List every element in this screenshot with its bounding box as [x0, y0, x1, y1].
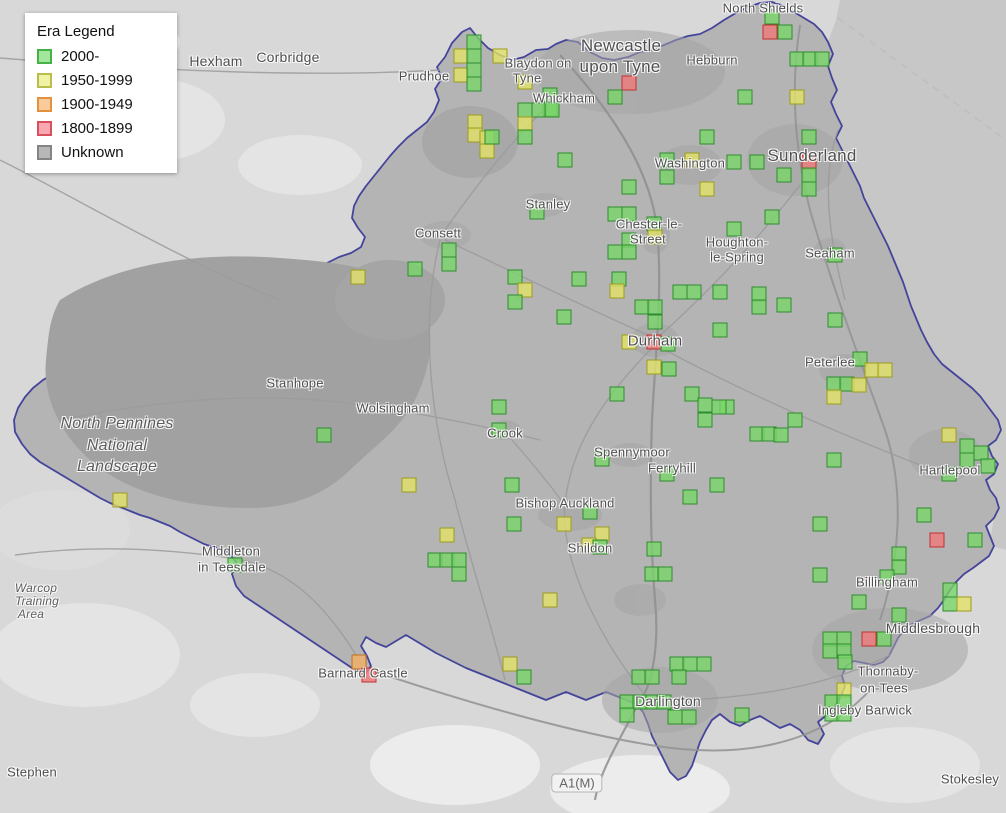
legend-item-label: 1900-1949 [61, 96, 133, 113]
legend-swatch-icon [37, 73, 52, 88]
place-label: Seaham [805, 245, 855, 261]
place-label: Peterlee [804, 354, 856, 370]
legend-swatch-icon [37, 145, 52, 160]
place-label: North Pennines [60, 415, 174, 432]
legend-item-unknown: Unknown [37, 144, 165, 161]
legend-item-2000-: 2000- [37, 48, 165, 65]
place-label: Hartlepool [919, 462, 981, 478]
place-label: Wolsingham [356, 400, 430, 416]
place-label: Hebburn [686, 52, 738, 68]
place-label: Chester-le- [615, 216, 683, 232]
place-label: Area [17, 607, 45, 621]
place-label: Stanley [525, 196, 571, 212]
place-label: on-Tees [860, 680, 908, 696]
place-label: upon Tyne [579, 57, 661, 76]
place-label: Tyne [512, 70, 542, 86]
place-label: Street [630, 231, 666, 247]
place-label: Warcop [14, 581, 58, 595]
legend-item-label: 1950-1999 [61, 72, 133, 89]
legend-title: Era Legend [37, 23, 115, 40]
place-label: Blaydon on [504, 55, 572, 71]
legend-item-label: Unknown [61, 144, 124, 161]
place-label: Stanhope [266, 375, 324, 391]
place-label: Ingleby Barwick [817, 702, 913, 718]
legend-swatch-icon [37, 49, 52, 64]
place-label: Newcastle [580, 36, 662, 55]
place-label: Durham [627, 332, 683, 350]
place-label: Hexham [189, 53, 243, 69]
place-label: Landscape [76, 458, 158, 475]
place-label: Corbridge [256, 49, 320, 65]
legend-items: 2000- 1950-1999 1900-1949 1800-1899 Unknown [37, 48, 165, 161]
road-badge-a1m: A1(M) [551, 773, 603, 793]
place-label: Washington [654, 155, 726, 171]
place-label: Middleton [201, 543, 261, 559]
legend-item-1800-1899: 1800-1899 [37, 120, 165, 137]
era-legend: Era Legend 2000- 1950-1999 1900-1949 1800-1… [25, 13, 177, 173]
legend-swatch-icon [37, 121, 52, 136]
place-label: Billingham [856, 574, 918, 590]
place-label: Thornaby- [857, 663, 919, 679]
place-label: North Shields [722, 0, 804, 16]
place-label: National [86, 437, 148, 454]
place-label: le-Spring [710, 249, 764, 265]
place-label: Spennymoor [594, 444, 670, 460]
place-label: Barnard Castle [318, 665, 408, 681]
place-label: Ferryhill [647, 460, 697, 476]
place-label: Prudhoe [398, 68, 450, 84]
place-label: Houghton- [705, 234, 769, 250]
place-label: Consett [414, 225, 462, 241]
place-label: in Teesdale [198, 559, 266, 575]
legend-swatch-icon [37, 97, 52, 112]
place-label: Crook [487, 425, 523, 441]
place-label: Stephen [7, 764, 57, 780]
place-label: Training [14, 594, 60, 608]
place-label: Stokesley [940, 771, 1000, 787]
place-label: Shildon [567, 540, 613, 556]
legend-item-1950-1999: 1950-1999 [37, 72, 165, 89]
place-label: Sunderland [767, 146, 857, 165]
legend-item-1900-1949: 1900-1949 [37, 96, 165, 113]
place-label: Bishop Auckland [515, 495, 615, 511]
legend-item-label: 1800-1899 [61, 120, 133, 137]
place-label: Darlington [635, 693, 701, 709]
legend-item-label: 2000- [61, 48, 100, 65]
place-label: Middlesbrough [885, 620, 981, 636]
place-label: Whickham [532, 90, 596, 106]
map-canvas[interactable]: Newcastle upon Tyne Sunderland North Shield… [0, 0, 1006, 813]
